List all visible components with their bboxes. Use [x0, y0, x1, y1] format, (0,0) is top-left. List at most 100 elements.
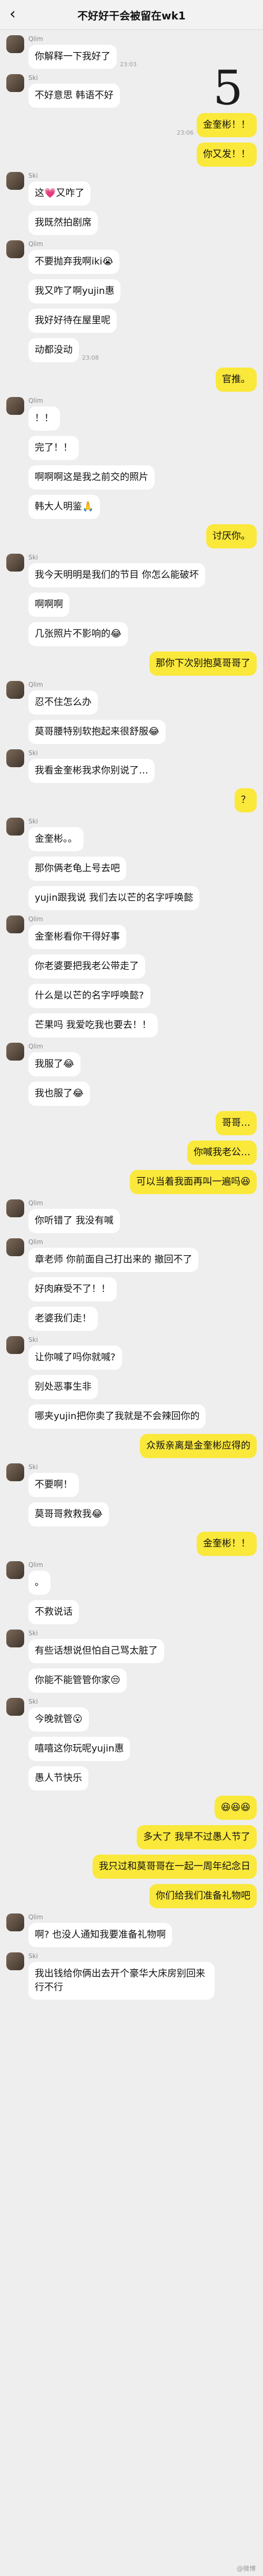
message-bubble[interactable]: 好肉麻受不了！！ [28, 1277, 117, 1301]
avatar[interactable] [6, 1463, 24, 1481]
message-bubble[interactable]: 我出钱给你俩出去开个豪华大床房别回来行不行 [28, 1962, 215, 2000]
message-bubble[interactable]: 啊啊啊 [28, 593, 69, 617]
message-bubble[interactable]: 有些话想说但怕自己骂太脏了 [28, 1639, 164, 1663]
message-bubble[interactable]: 愚人节快乐 [28, 1766, 88, 1790]
message-row: Qlim 啊? 也没人通知我要准备礼物啊 [6, 1913, 257, 1947]
avatar[interactable] [6, 1698, 24, 1716]
avatar[interactable] [6, 74, 24, 92]
message-bubble[interactable]: 完了！！ [28, 436, 79, 460]
message-row: 莫哥腰特别软抱起来很舒服😂 [6, 720, 257, 744]
message-bubble[interactable]: 我看金奎彬我求你别说了… [28, 759, 155, 783]
message-wrap: Ski 有些话想说但怕自己骂太脏了 [28, 1630, 170, 1663]
message-bubble[interactable]: 什么是以芒的名字呼唤懿? [28, 984, 150, 1008]
message-bubble[interactable]: 别处恶事生非 [28, 1375, 98, 1399]
message-row: 我又咋了啊yujin惠 [6, 279, 257, 303]
avatar[interactable] [6, 35, 24, 53]
message-bubble[interactable]: 金奎彬！！ [197, 1532, 257, 1556]
avatar[interactable] [6, 749, 24, 767]
message-row: 哥哥… [6, 1111, 257, 1135]
message-row: 讨厌你。 [6, 524, 257, 548]
message-bubble[interactable]: 你们给我们准备礼物吧 [149, 1884, 257, 1908]
message-bubble[interactable]: 我既然拍剧席 [28, 211, 98, 235]
message-bubble[interactable]: 金奎彬看你干得好事 [28, 925, 126, 949]
message-bubble[interactable]: ！！ [28, 406, 60, 431]
avatar[interactable] [6, 1913, 24, 1931]
message-time: 23:03 [120, 61, 137, 68]
avatar[interactable] [6, 915, 24, 933]
message-bubble[interactable]: 讨厌你。 [206, 524, 257, 548]
sender-name: Ski [28, 172, 38, 179]
avatar[interactable] [6, 1238, 24, 1256]
message-bubble[interactable]: 老婆我们走！ [28, 1307, 98, 1331]
avatar[interactable] [6, 1952, 24, 1970]
message-bubble[interactable]: 几张照片不影响的😂 [28, 622, 128, 646]
message-bubble[interactable]: 不要啊！ [28, 1473, 79, 1497]
avatar[interactable] [6, 554, 24, 572]
avatar[interactable] [6, 1561, 24, 1579]
message-bubble[interactable]: 忍不住怎么办 [28, 690, 98, 715]
message-bubble[interactable]: 啊? 也没人通知我要准备礼物啊 [28, 1923, 173, 1947]
message-bubble[interactable]: 韩大人明鉴🙏 [28, 495, 100, 519]
message-bubble[interactable]: 这💗又咋了 [28, 181, 91, 206]
message-bubble[interactable]: 你解释一下我好了 [28, 45, 117, 69]
message-bubble[interactable]: 金奎彬！！ [197, 113, 257, 137]
message-bubble[interactable]: 哥哥… [216, 1111, 257, 1135]
message-bubble[interactable]: 动都没动 [28, 338, 79, 362]
message-bubble[interactable]: yujin跟我说 我们去以芒的名字呼唤懿 [28, 886, 200, 910]
message-bubble[interactable]: 章老师 你前面自己打出来的 撤回不了 [28, 1248, 199, 1272]
avatar[interactable] [6, 818, 24, 836]
message-bubble[interactable]: 让你喊了吗你就喊? [28, 1346, 122, 1370]
message-bubble[interactable]: 多大了 我早不过愚人节了 [137, 1825, 257, 1849]
avatar[interactable] [6, 1630, 24, 1647]
message-bubble[interactable]: 你又发！！ [197, 142, 257, 167]
message-bubble[interactable]: 那你下次别抱莫哥哥了 [149, 651, 257, 676]
avatar[interactable] [6, 172, 24, 190]
message-bubble[interactable]: 可以当着我面再叫一遍吗😆 [130, 1170, 257, 1194]
message-bubble[interactable]: 嘻嘻这你玩呢yujin惠 [28, 1737, 130, 1761]
message-row: 你喊我老公… [6, 1141, 257, 1165]
message-bubble[interactable]: 我好好待在屋里呢 [28, 309, 117, 333]
message-bubble[interactable]: 哪夹yujin把你卖了我就是不会辣回你的 [28, 1404, 206, 1429]
message-bubble[interactable]: 。 [28, 1571, 50, 1595]
message-bubble[interactable]: 不救说话 [28, 1600, 79, 1624]
sender-name: Ski [28, 74, 38, 82]
message-bubble[interactable]: 官推。 [216, 368, 257, 392]
avatar[interactable] [6, 397, 24, 415]
avatar[interactable] [6, 240, 24, 258]
message-bubble[interactable]: 啊啊啊这是我之前交的照片 [28, 465, 155, 490]
message-bubble[interactable]: 不要抛弃我啊iki😭 [28, 250, 120, 274]
bubble-row: 23:06 金奎彬！！ [174, 113, 257, 137]
message-bubble[interactable]: 我也服了😂 [28, 1082, 90, 1106]
message-bubble[interactable]: 莫哥腰特别软抱起来很舒服😂 [28, 720, 166, 744]
message-bubble[interactable]: 你老婆要把我老公带走了 [28, 954, 145, 979]
avatar[interactable] [6, 1199, 24, 1217]
message-bubble[interactable]: 芒果吗 我爱吃我也要去！！ [28, 1013, 158, 1037]
message-bubble[interactable]: ？ [235, 788, 257, 812]
message-bubble[interactable]: 😆😆😆 [214, 1796, 257, 1820]
avatar[interactable] [6, 681, 24, 699]
message-bubble[interactable]: 今晚就管😮 [28, 1707, 89, 1732]
message-row: Qlim 你解释一下我好了 23:03 [6, 35, 257, 69]
message-bubble[interactable]: 我今天明明是我们的节目 你怎么能破坏 [28, 563, 205, 587]
message-bubble[interactable]: 金奎彬。。 [28, 827, 84, 851]
message-bubble[interactable]: 你喊我老公… [187, 1141, 257, 1165]
message-bubble[interactable]: 我服了😂 [28, 1052, 81, 1076]
message-row: 那你俩老龟上号去吧 [6, 857, 257, 881]
message-bubble[interactable]: 你能不能管管你家😒 [28, 1668, 127, 1693]
message-bubble[interactable]: 你听错了 我没有喊 [28, 1209, 120, 1233]
message-bubble[interactable]: 莫哥哥救救我😂 [28, 1502, 109, 1526]
back-arrow-icon[interactable]: ‹ [9, 6, 16, 22]
message-bubble[interactable]: 众叛亲离是金奎彬应得的 [140, 1434, 257, 1458]
message-bubble[interactable]: 那你俩老龟上号去吧 [28, 857, 126, 881]
avatar[interactable] [6, 1336, 24, 1354]
sender-name: Ski [28, 1630, 38, 1637]
message-bubble[interactable]: 我又咋了啊yujin惠 [28, 279, 121, 303]
chat-thread[interactable]: 5 Qlim 你解释一下我好了 23:03 Ski 不好意思 韩语不好 23:06 金奎彬！… [0, 35, 263, 2000]
bubble-row: 众叛亲离是金奎彬应得的 [134, 1434, 257, 1458]
message-row: 完了！！ [6, 436, 257, 460]
bubble-row: 那你下次别抱莫哥哥了 [143, 651, 257, 676]
avatar[interactable] [6, 1043, 24, 1061]
message-bubble[interactable]: 不好意思 韩语不好 [28, 84, 120, 108]
message-bubble[interactable]: 我只过和莫哥哥在一起一周年纪念日 [93, 1855, 257, 1879]
message-wrap: 你能不能管管你家😒 [28, 1668, 133, 1693]
